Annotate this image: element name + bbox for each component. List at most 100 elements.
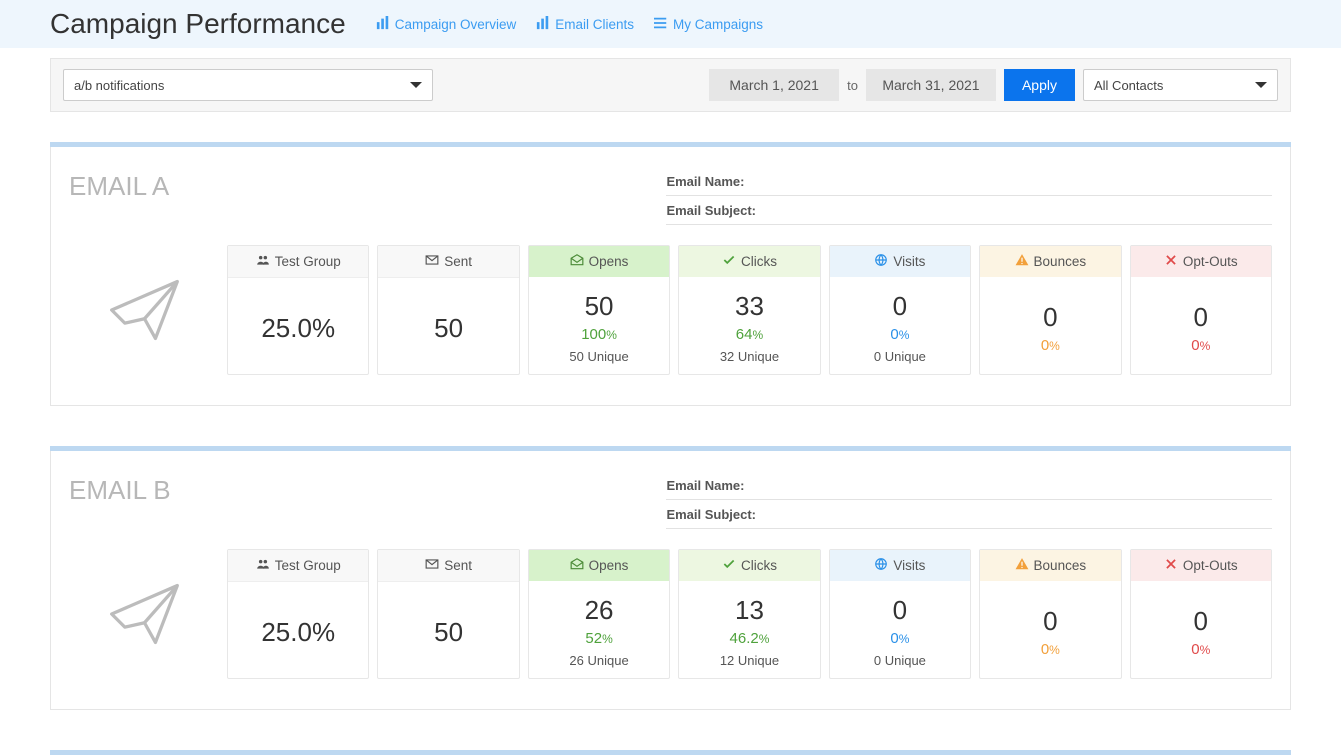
paper-plane-icon: [69, 245, 219, 375]
nav-label: Email Clients: [555, 17, 634, 32]
clicks-unique: 32 Unique: [683, 349, 815, 364]
date-from-button[interactable]: March 1, 2021: [709, 69, 839, 101]
optouts-count: 0: [1135, 606, 1267, 637]
paper-plane-icon: [69, 549, 219, 679]
campaign-select[interactable]: a/b notifications: [63, 69, 433, 101]
nav-label: My Campaigns: [673, 17, 763, 32]
card-title: Opt-Outs: [1183, 254, 1238, 269]
nav-label: Campaign Overview: [395, 17, 517, 32]
email-panel: EMAIL B Email Name: Email Subject: Test …: [50, 446, 1291, 710]
card-title: Opens: [589, 558, 629, 573]
globe-icon: [874, 253, 888, 270]
card-title: Opt-Outs: [1183, 558, 1238, 573]
bar-chart-icon: [376, 16, 390, 33]
test-group-pct: 25.0%: [232, 617, 364, 648]
stat-test-group[interactable]: Test Group 25.0%: [227, 549, 369, 679]
envelope-icon: [425, 557, 439, 574]
card-title: Bounces: [1034, 254, 1087, 269]
x-icon: [1164, 557, 1178, 574]
sent-count: 50: [382, 313, 514, 344]
stat-optouts[interactable]: Opt-Outs 0 0%: [1130, 549, 1272, 679]
opens-count: 50: [533, 291, 665, 322]
card-title: Clicks: [741, 254, 777, 269]
nav-my-campaigns[interactable]: My Campaigns: [654, 16, 763, 33]
card-title: Sent: [444, 254, 472, 269]
visits-pct: 0%: [834, 326, 966, 343]
stat-bounces[interactable]: Bounces 0 0%: [979, 549, 1121, 679]
stat-visits[interactable]: Visits 0 0% 0 Unique: [829, 245, 971, 375]
bounces-pct: 0%: [984, 337, 1116, 354]
card-title: Clicks: [741, 558, 777, 573]
email-subject-row: Email Subject:: [666, 500, 1272, 529]
email-subject-row: Email Subject:: [666, 196, 1272, 225]
card-title: Opens: [589, 254, 629, 269]
stat-test-group[interactable]: Test Group 25.0%: [227, 245, 369, 375]
email-name-row: Email Name:: [666, 471, 1272, 500]
opens-pct: 52%: [533, 630, 665, 647]
clicks-count: 33: [683, 291, 815, 322]
bounces-count: 0: [984, 606, 1116, 637]
bounces-count: 0: [984, 302, 1116, 333]
clicks-pct: 46.2%: [683, 630, 815, 647]
test-group-pct: 25.0%: [232, 313, 364, 344]
check-icon: [722, 557, 736, 574]
envelope-icon: [425, 253, 439, 270]
apply-button[interactable]: Apply: [1004, 69, 1075, 101]
envelope-open-icon: [570, 253, 584, 270]
opens-pct: 100%: [533, 326, 665, 343]
card-title: Visits: [893, 558, 925, 573]
caret-down-icon: [1255, 82, 1267, 88]
opens-unique: 50 Unique: [533, 349, 665, 364]
stat-clicks[interactable]: Clicks 13 46.2% 12 Unique: [678, 549, 820, 679]
visits-count: 0: [834, 595, 966, 626]
optouts-pct: 0%: [1135, 337, 1267, 354]
visits-count: 0: [834, 291, 966, 322]
email-panel: EMAIL A Email Name: Email Subject: Test …: [50, 142, 1291, 406]
top-bar: Campaign Performance Campaign Overview E…: [0, 0, 1341, 48]
panel-top-border: [50, 750, 1291, 755]
clicks-unique: 12 Unique: [683, 653, 815, 668]
date-to-button[interactable]: March 31, 2021: [866, 69, 996, 101]
list-icon: [654, 16, 668, 33]
card-title: Sent: [444, 558, 472, 573]
nav-email-clients[interactable]: Email Clients: [536, 16, 634, 33]
bar-chart-icon: [536, 16, 550, 33]
nav-campaign-overview[interactable]: Campaign Overview: [376, 16, 517, 33]
stat-bounces[interactable]: Bounces 0 0%: [979, 245, 1121, 375]
contacts-select-value: All Contacts: [1094, 78, 1163, 93]
warning-icon: [1015, 253, 1029, 270]
warning-icon: [1015, 557, 1029, 574]
stat-visits[interactable]: Visits 0 0% 0 Unique: [829, 549, 971, 679]
stat-optouts[interactable]: Opt-Outs 0 0%: [1130, 245, 1272, 375]
card-title: Test Group: [275, 254, 341, 269]
panel-title: EMAIL A: [69, 167, 646, 202]
contacts-select[interactable]: All Contacts: [1083, 69, 1278, 101]
opens-unique: 26 Unique: [533, 653, 665, 668]
card-title: Visits: [893, 254, 925, 269]
campaign-select-value: a/b notifications: [74, 78, 164, 93]
panel-title: EMAIL B: [69, 471, 646, 506]
envelope-open-icon: [570, 557, 584, 574]
card-title: Bounces: [1034, 558, 1087, 573]
visits-unique: 0 Unique: [834, 349, 966, 364]
visits-pct: 0%: [834, 630, 966, 647]
globe-icon: [874, 557, 888, 574]
stat-sent[interactable]: Sent 50: [377, 245, 519, 375]
optouts-pct: 0%: [1135, 641, 1267, 658]
clicks-pct: 64%: [683, 326, 815, 343]
card-title: Test Group: [275, 558, 341, 573]
visits-unique: 0 Unique: [834, 653, 966, 668]
sent-count: 50: [382, 617, 514, 648]
opens-count: 26: [533, 595, 665, 626]
stat-sent[interactable]: Sent 50: [377, 549, 519, 679]
optouts-count: 0: [1135, 302, 1267, 333]
caret-down-icon: [410, 82, 422, 88]
date-separator: to: [847, 78, 858, 93]
users-icon: [256, 557, 270, 574]
bounces-pct: 0%: [984, 641, 1116, 658]
stat-clicks[interactable]: Clicks 33 64% 32 Unique: [678, 245, 820, 375]
clicks-count: 13: [683, 595, 815, 626]
filter-bar: a/b notifications March 1, 2021 to March…: [50, 58, 1291, 112]
stat-opens[interactable]: Opens 50 100% 50 Unique: [528, 245, 670, 375]
stat-opens[interactable]: Opens 26 52% 26 Unique: [528, 549, 670, 679]
